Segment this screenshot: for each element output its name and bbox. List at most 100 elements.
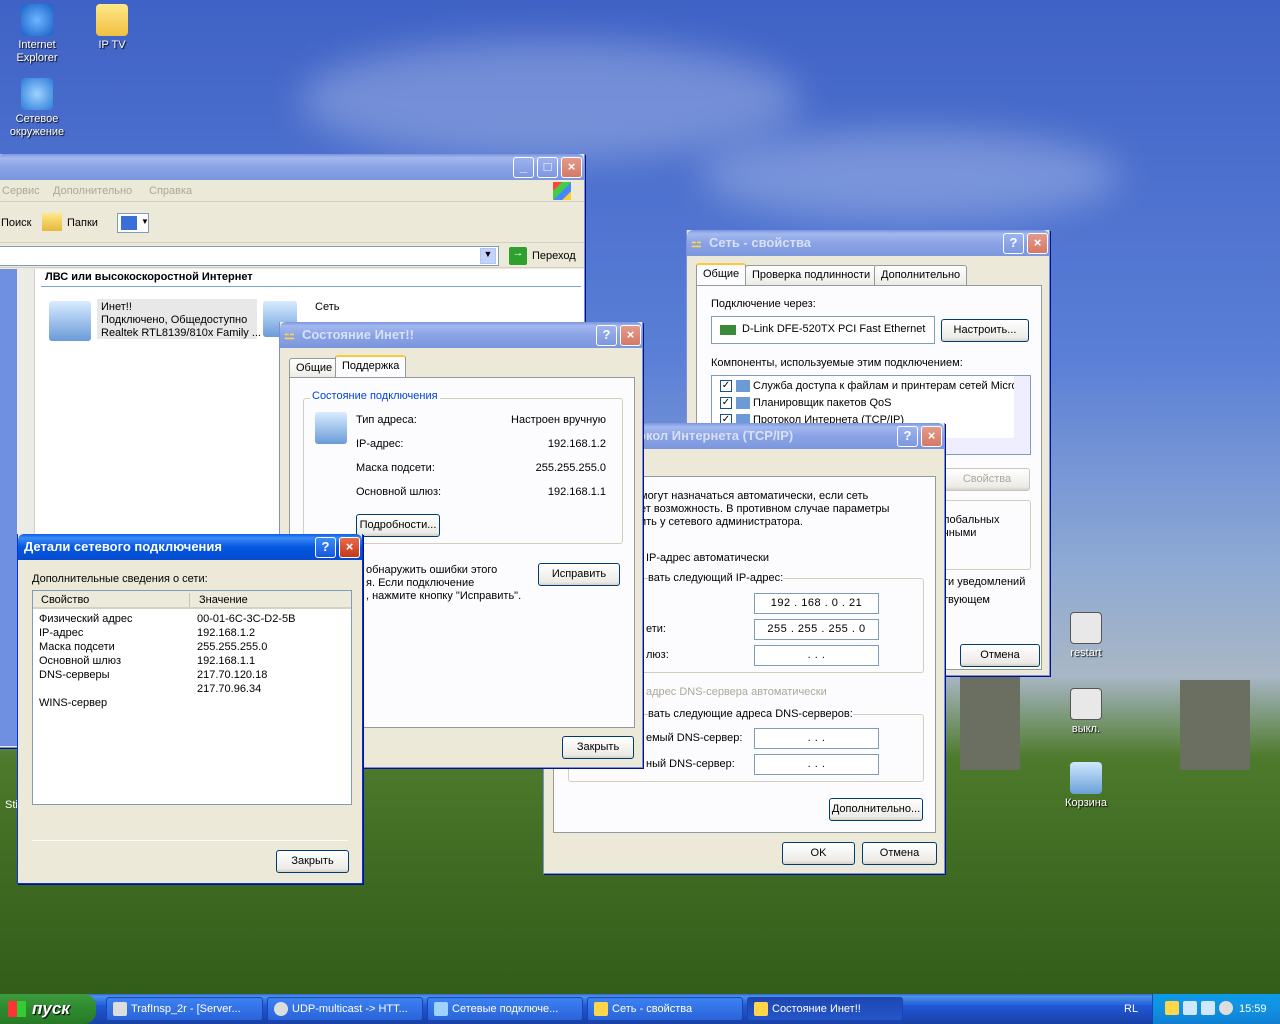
detail-value: 217.70.120.18: [197, 669, 268, 681]
connection-inet[interactable]: Инет!! Подключено, Общедоступно Realtek …: [43, 299, 261, 345]
auto-ip-radio[interactable]: IP-адрес автоматически: [646, 552, 769, 564]
column-header-value[interactable]: Значение: [199, 594, 248, 606]
connection-details-dialog: Детали сетевого подключения ? × Дополнит…: [17, 534, 363, 884]
auto-dns-radio[interactable]: адрес DNS-сервера автоматически: [646, 686, 827, 698]
address-type-label: Тип адреса:: [356, 414, 417, 426]
detail-value: 192.168.1.1: [197, 655, 256, 667]
help-button[interactable]: ?: [897, 426, 918, 447]
preferred-dns-field[interactable]: . . .: [754, 728, 879, 749]
column-header-property[interactable]: Свойство: [41, 594, 89, 606]
alternate-dns-field[interactable]: . . .: [754, 754, 879, 775]
desktop-icon-restart[interactable]: restart: [1051, 612, 1121, 660]
use-ip-radio[interactable]: вать следующий IP-адрес:: [648, 572, 784, 584]
tab-general[interactable]: Общие: [289, 358, 340, 378]
connection-name: Сеть: [315, 301, 340, 313]
use-dns-radio[interactable]: вать следующие адреса DNS-серверов:: [648, 708, 853, 720]
detail-property: Маска подсети: [39, 641, 115, 653]
checkbox[interactable]: ✓: [720, 397, 732, 410]
language-indicator[interactable]: RL: [1124, 1003, 1138, 1015]
section-divider: [41, 286, 581, 287]
desktop-icon-label: окружение: [9, 126, 65, 138]
component-file-sharing[interactable]: ✓ Служба доступа к файлам и принтерам сет…: [720, 380, 1018, 393]
dropdown-arrow-icon[interactable]: ▼: [480, 248, 496, 264]
configure-button[interactable]: Настроить...: [941, 319, 1029, 342]
address-input[interactable]: ▼: [0, 246, 499, 266]
cancel-button[interactable]: Отмена: [960, 644, 1040, 667]
go-button[interactable]: Переход: [532, 250, 576, 262]
desktop-icon-label: Internet: [18, 39, 56, 51]
close-button[interactable]: ×: [339, 537, 360, 558]
list-scrollbar[interactable]: [1014, 376, 1030, 438]
ip-address-field[interactable]: 192 . 168 . 0 . 21: [754, 593, 879, 614]
clock[interactable]: 15:59: [1239, 1003, 1267, 1015]
repair-text: , нажмите кнопку "Исправить".: [366, 590, 522, 602]
cancel-button[interactable]: Отмена: [862, 842, 937, 865]
properties-button[interactable]: Свойства: [944, 468, 1030, 491]
taskbar-item-network-properties[interactable]: Сеть - свойства: [587, 997, 743, 1021]
recycle-bin-icon: [1070, 762, 1102, 794]
minimize-button[interactable]: _: [513, 157, 534, 178]
ok-button[interactable]: OK: [782, 842, 855, 865]
taskbar-item-network-connections[interactable]: Сетевые подключе...: [427, 997, 583, 1021]
taskbar-item-label: Состояние Инет!!: [772, 1003, 861, 1015]
checkbox[interactable]: ✓: [720, 380, 732, 393]
details-titlebar[interactable]: Детали сетевого подключения ? ×: [18, 534, 362, 560]
list-header: Свойство Значение: [33, 591, 351, 609]
desktop-icon-internet-explorer[interactable]: Internet Explorer: [2, 4, 72, 65]
menu-additional[interactable]: Дополнительно: [53, 185, 132, 197]
tab-support[interactable]: Поддержка: [335, 355, 407, 377]
go-arrow-icon[interactable]: →: [509, 247, 527, 265]
close-button[interactable]: ×: [921, 426, 942, 447]
adapter-name: D-Link DFE-520TX PCI Fast Ethernet: [742, 323, 926, 335]
close-dialog-button[interactable]: Закрыть: [276, 850, 349, 873]
detail-value: 00-01-6C-3C-D2-5B: [197, 613, 296, 625]
advanced-button[interactable]: Дополнительно...: [829, 798, 923, 821]
menu-help[interactable]: Справка: [149, 185, 192, 197]
wallpaper-cloud: [300, 40, 800, 160]
tray-network-icon[interactable]: [1201, 1001, 1215, 1015]
component-qos[interactable]: ✓ Планировщик пакетов QoS: [720, 397, 892, 410]
close-button[interactable]: ×: [1027, 233, 1048, 254]
desktop-icon-network-places[interactable]: Сетевое окружение: [2, 78, 72, 139]
tray-network-icon[interactable]: [1183, 1001, 1197, 1015]
help-button[interactable]: ?: [315, 537, 336, 558]
maximize-button[interactable]: □: [537, 157, 558, 178]
taskbar-item-udp-multicast[interactable]: UDP-multicast -> HTT...: [267, 997, 423, 1021]
system-tray: 15:59: [1152, 994, 1280, 1024]
folders-button[interactable]: Папки: [67, 217, 98, 229]
explorer-titlebar[interactable]: _ □ ×: [0, 154, 584, 180]
component-label: Планировщик пакетов QoS: [753, 397, 892, 409]
tray-icon[interactable]: [1165, 1001, 1179, 1015]
close-dialog-button[interactable]: Закрыть: [562, 736, 634, 759]
components-label: Компоненты, используемые этим подключени…: [711, 357, 963, 369]
gateway-field[interactable]: . . .: [754, 645, 879, 666]
start-button[interactable]: пуск: [0, 994, 96, 1024]
views-button[interactable]: ▼: [117, 213, 149, 233]
repair-button[interactable]: Исправить: [538, 563, 620, 586]
internet-explorer-icon: [21, 4, 53, 36]
tab-authentication[interactable]: Проверка подлинности: [745, 265, 878, 285]
wallpaper-stone: [1180, 680, 1250, 770]
desktop-icon-recycle-bin[interactable]: Корзина: [1051, 762, 1121, 810]
desktop-icon-ip-tv[interactable]: IP TV: [77, 4, 147, 52]
menu-service[interactable]: Сервис: [2, 185, 40, 197]
help-button[interactable]: ?: [596, 325, 617, 346]
close-button[interactable]: ×: [620, 325, 641, 346]
detail-property: Физический адрес: [39, 613, 133, 625]
tab-advanced[interactable]: Дополнительно: [874, 265, 968, 285]
details-button[interactable]: Подробности...: [356, 514, 440, 537]
tray-volume-icon[interactable]: [1219, 1001, 1233, 1015]
taskbar-item-trafinsp[interactable]: TrafInsp_2r - [Server...: [106, 997, 263, 1021]
status-titlebar[interactable]: ⚍ Состояние Инет!! ? ×: [280, 322, 642, 348]
desktop-icon-shutdown[interactable]: выкл.: [1051, 688, 1121, 736]
subnet-mask-label: ети:: [646, 623, 666, 635]
details-list[interactable]: Свойство Значение Физический адрес 00-01…: [32, 590, 352, 805]
taskbar-item-connection-status[interactable]: Состояние Инет!!: [747, 997, 903, 1021]
props-titlebar[interactable]: ⚍ Сеть - свойства ? ×: [687, 230, 1049, 256]
subnet-mask-field[interactable]: 255 . 255 . 255 . 0: [754, 619, 879, 640]
close-button[interactable]: ×: [561, 157, 582, 178]
search-button[interactable]: Поиск: [1, 217, 31, 229]
tab-general[interactable]: Общие: [696, 263, 747, 285]
menu-bar: Сервис Дополнительно Справка: [0, 180, 584, 202]
help-button[interactable]: ?: [1003, 233, 1024, 254]
